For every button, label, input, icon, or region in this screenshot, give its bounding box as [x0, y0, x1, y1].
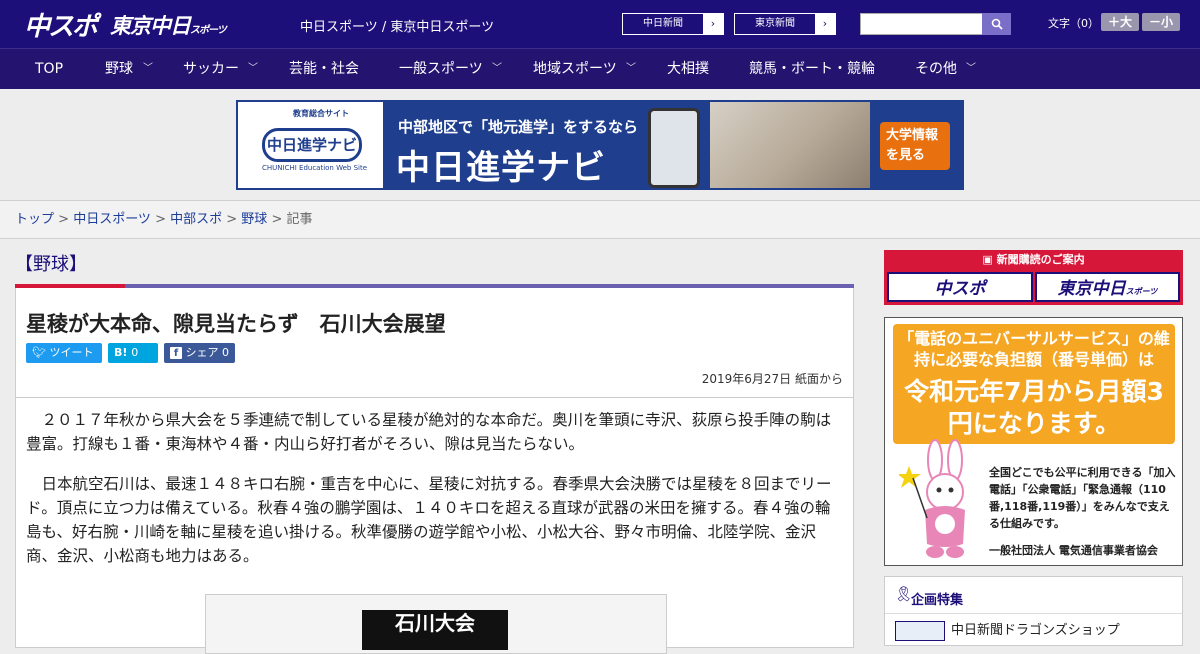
chevron-right-icon: ›	[815, 14, 835, 34]
search-icon	[991, 18, 1003, 30]
nav-label: その他	[915, 61, 957, 77]
chunichi-shimbun-label: 中日新聞	[643, 18, 683, 29]
feature-item-thumbnail[interactable]	[895, 621, 945, 641]
breadcrumb-sep: >	[267, 212, 287, 227]
subscription-header: ▣ 新聞購読のご案内	[884, 250, 1183, 270]
figure-title: 石川大会	[362, 610, 508, 650]
tokyo-chunichi-logo[interactable]: 東京中日スポーツ	[110, 10, 227, 40]
breadcrumb: トップ > 中日スポーツ > 中部スポ > 野球 > 記事	[0, 200, 1200, 239]
nav-item-soccer[interactable]: サッカー ﹀	[183, 49, 258, 90]
chevron-down-icon: ﹀	[626, 63, 636, 74]
chevron-down-icon: ﹀	[248, 63, 258, 74]
chevron-down-icon: ﹀	[143, 63, 153, 74]
hatena-bookmark-button[interactable]: B! 0	[108, 343, 158, 363]
ad-body-text: 全国どこでも公平に利用できる「加入電話」「公衆電話」「緊急通報（110番,118…	[989, 466, 1176, 530]
nav-label: 野球	[105, 61, 133, 77]
nav-item-entertainment[interactable]: 芸能・社会	[289, 49, 359, 90]
article-category: 【野球】	[15, 254, 87, 275]
share-label: シェア	[185, 346, 219, 359]
share-count: 0	[222, 346, 229, 359]
subscribe-tokyo-chunichi[interactable]: 東京中日スポーツ	[1035, 272, 1180, 302]
chevron-right-icon: ›	[703, 14, 723, 34]
banner-cta: 大学情報を見る	[880, 122, 950, 170]
universal-service-ad[interactable]: 「電話のユニバーサルサービス」の維持に必要な負担額（番号単価）は 令和元年7月か…	[884, 317, 1183, 566]
breadcrumb-sep: >	[150, 212, 171, 227]
nav-item-top[interactable]: TOP	[35, 49, 63, 90]
tokyo-shimbun-label: 東京新聞	[755, 18, 795, 29]
chevron-down-icon: ﹀	[492, 63, 502, 74]
article-figure: 石川大会	[205, 594, 667, 654]
banner-logo-text: 中日進学ナビ	[262, 128, 362, 162]
facebook-share-button[interactable]: f シェア 0	[164, 343, 235, 363]
nav-label: 地域スポーツ	[533, 61, 617, 77]
nav-item-other[interactable]: その他 ﹀	[915, 49, 976, 90]
chunichi-sports-logo[interactable]: 中スポ	[24, 6, 98, 43]
twitter-icon: 🐦︎	[32, 346, 46, 359]
tokyo-logo-text: 東京中日	[110, 14, 191, 38]
rabbit-mascot-icon	[899, 439, 965, 558]
subscription-box: ▣ 新聞購読のご案内 中スポ 東京中日スポーツ	[884, 250, 1183, 305]
subscribe-chunichi-sports[interactable]: 中スポ	[887, 272, 1033, 302]
font-size-label: 文字（0）	[1048, 17, 1099, 30]
search-button[interactable]	[982, 13, 1011, 35]
chunichi-shimbun-button[interactable]: 中日新聞 ›	[622, 13, 724, 35]
breadcrumb-chubu-supo[interactable]: 中部スポ	[170, 212, 222, 227]
nav-item-sumo[interactable]: 大相撲	[667, 49, 709, 90]
nav-label: 一般スポーツ	[399, 61, 483, 77]
nav-item-general-sports[interactable]: 一般スポーツ ﹀	[399, 49, 502, 90]
phone-image	[648, 108, 700, 188]
breadcrumb-sep: >	[222, 212, 242, 227]
breadcrumb-sep: >	[54, 212, 74, 227]
breadcrumb-top[interactable]: トップ	[15, 212, 54, 227]
site-title: 中日スポーツ / 東京中日スポーツ	[300, 20, 495, 35]
font-smaller-button[interactable]: －小	[1142, 13, 1180, 31]
main-nav: TOP 野球 ﹀ サッカー ﹀ 芸能・社会 一般スポーツ ﹀ 地域スポーツ ﹀ 大相撲 …	[0, 48, 1200, 89]
banner-site-label: 教育総合サイト	[293, 109, 349, 118]
shingaku-navi-banner[interactable]: 教育総合サイト 中日進学ナビ CHUNICHI Education Web Si…	[236, 100, 964, 190]
ad-line2: 令和元年7月から月額3円になります。	[904, 377, 1164, 438]
feature-section: 🎗︎ 企画特集 中日新聞ドラゴンズショップ	[884, 576, 1183, 646]
hatena-icon: B!	[114, 346, 128, 359]
nav-item-local-sports[interactable]: 地域スポーツ ﹀	[533, 49, 636, 90]
hatena-count: 0	[131, 346, 139, 359]
facebook-icon: f	[170, 347, 182, 359]
ad-headline-panel: 「電話のユニバーサルサービス」の維持に必要な負担額（番号単価）は 令和元年7月か…	[893, 324, 1175, 444]
tweet-label: ツイート	[49, 346, 94, 359]
article-paragraph: ２０１７年秋から県大会を５季連続で制している星稜が絶対的な本命だ。奥川を筆頭に寺…	[26, 411, 832, 453]
students-photo	[710, 102, 870, 188]
breadcrumb-chunichi-sports[interactable]: 中日スポーツ	[73, 212, 151, 227]
feature-item-dragons-shop[interactable]: 中日新聞ドラゴンズショップ	[951, 619, 1120, 638]
tweet-button[interactable]: 🐦︎ ツイート	[26, 343, 102, 363]
font-bigger-button[interactable]: ＋大	[1101, 13, 1139, 31]
ad-line1: 「電話のユニバーサルサービス」の維持に必要な負担額（番号単価）は	[898, 329, 1170, 369]
banner-logo-panel: 教育総合サイト 中日進学ナビ CHUNICHI Education Web Si…	[238, 102, 383, 188]
subscribe-tokyo-text: 東京中日	[1057, 279, 1126, 299]
breadcrumb-baseball[interactable]: 野球	[241, 212, 267, 227]
banner-line1: 中部地区で「地元進学」をするなら	[398, 118, 639, 136]
ad-organization: 一般社団法人 電気通信事業者協会	[989, 544, 1158, 557]
site-header: 中スポ 東京中日スポーツ 中日スポーツ / 東京中日スポーツ 中日新聞 › 東京…	[0, 0, 1200, 48]
newspaper-icon: ▣	[982, 253, 993, 266]
banner-line2: 中日進学ナビ	[396, 148, 606, 188]
article-paragraph: 日本航空石川は、最速１４８キロ右腕・重吉を中心に、星稜に対抗する。春季県大会決勝…	[26, 475, 832, 565]
tokyo-shimbun-button[interactable]: 東京新聞 ›	[734, 13, 836, 35]
nav-item-baseball[interactable]: 野球 ﹀	[105, 49, 153, 90]
chevron-down-icon: ﹀	[966, 63, 976, 74]
feature-divider	[885, 613, 1182, 614]
nav-item-keiba[interactable]: 競馬・ボート・競輪	[749, 49, 875, 90]
subscribe-tokyo-suffix: スポーツ	[1125, 287, 1158, 296]
article-date: 2019年6月27日 紙面から	[701, 372, 843, 386]
subscription-header-label: 新聞購読のご案内	[996, 253, 1085, 266]
article-divider	[16, 397, 853, 398]
feature-title: 企画特集	[911, 593, 964, 608]
nav-label: サッカー	[183, 61, 239, 77]
article: 星稜が大本命、隙見当たらず 石川大会展望 🐦︎ ツイート B! 0 f シェア …	[15, 288, 854, 654]
breadcrumb-current: 記事	[286, 212, 313, 227]
tokyo-logo-suffix: スポーツ	[190, 25, 227, 36]
article-headline: 星稜が大本命、隙見当たらず 石川大会展望	[26, 312, 446, 336]
banner-logo-sub: CHUNICHI Education Web Site	[262, 164, 368, 172]
